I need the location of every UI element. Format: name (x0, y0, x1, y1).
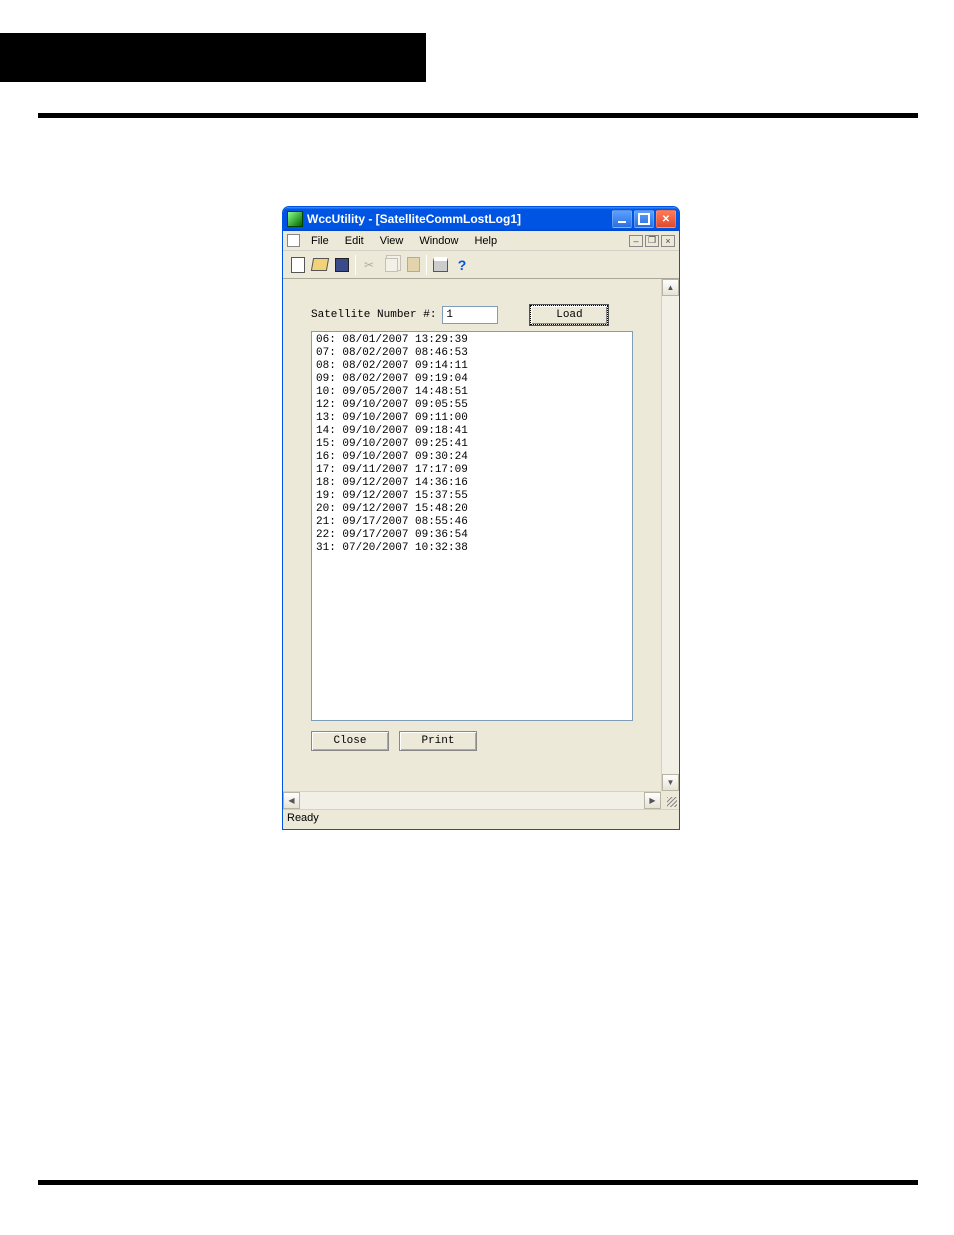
close-window-button[interactable] (656, 210, 676, 228)
page-rule-bottom (38, 1180, 918, 1185)
titlebar-buttons (612, 210, 676, 228)
save-file-icon[interactable] (331, 254, 353, 276)
scroll-up-button[interactable] (662, 279, 679, 296)
log-listbox[interactable]: 06: 08/01/2007 13:29:39 07: 08/02/2007 0… (311, 331, 633, 721)
mdi-close-button[interactable]: × (661, 235, 675, 247)
scroll-right-button[interactable] (644, 792, 661, 809)
titlebar[interactable]: WccUtility - [SatelliteCommLostLog1] (283, 207, 679, 231)
vertical-scrollbar[interactable] (661, 279, 679, 791)
satellite-number-label: Satellite Number #: (311, 309, 436, 321)
app-window: WccUtility - [SatelliteCommLostLog1] Fil… (282, 206, 680, 830)
window-title: WccUtility - [SatelliteCommLostLog1] (307, 212, 612, 226)
satellite-number-input[interactable] (442, 306, 498, 324)
page-rule-top (38, 113, 918, 118)
close-button-label: Close (333, 735, 366, 747)
toolbar-separator (426, 255, 427, 275)
menu-window[interactable]: Window (411, 233, 466, 249)
menu-help[interactable]: Help (466, 233, 505, 249)
print-icon[interactable] (429, 254, 451, 276)
page-header-bar (0, 33, 426, 82)
print-button-label: Print (421, 735, 454, 747)
menu-edit[interactable]: Edit (337, 233, 372, 249)
help-icon[interactable] (451, 254, 473, 276)
new-file-icon[interactable] (287, 254, 309, 276)
scroll-track[interactable] (662, 296, 679, 774)
horizontal-scrollbar[interactable] (283, 791, 661, 809)
resize-grip[interactable] (661, 791, 679, 809)
scroll-down-button[interactable] (662, 774, 679, 791)
minimize-button[interactable] (612, 210, 632, 228)
mdi-restore-button[interactable]: ❐ (645, 235, 659, 247)
client-area: Satellite Number #: Load 06: 08/01/2007 … (283, 279, 679, 809)
copy-icon (380, 254, 402, 276)
open-file-icon[interactable] (309, 254, 331, 276)
close-button[interactable]: Close (311, 731, 389, 751)
cut-icon (358, 254, 380, 276)
mdi-controls: – ❐ × (629, 235, 679, 247)
document-icon[interactable] (287, 234, 300, 247)
paste-icon (402, 254, 424, 276)
app-icon (287, 211, 303, 227)
toolbar-separator (355, 255, 356, 275)
maximize-button[interactable] (634, 210, 654, 228)
toolbar (283, 251, 679, 279)
scroll-track[interactable] (300, 792, 644, 809)
statusbar: Ready (283, 809, 679, 829)
menu-file[interactable]: File (303, 233, 337, 249)
load-button-label: Load (556, 309, 582, 321)
menubar: File Edit View Window Help – ❐ × (283, 231, 679, 251)
load-button[interactable]: Load (530, 305, 608, 325)
bottom-buttons: Close Print (311, 731, 643, 751)
mdi-minimize-button[interactable]: – (629, 235, 643, 247)
form-area: Satellite Number #: Load 06: 08/01/2007 … (283, 279, 661, 791)
status-text: Ready (287, 812, 319, 824)
satellite-row: Satellite Number #: Load (311, 305, 643, 325)
scroll-left-button[interactable] (283, 792, 300, 809)
print-button[interactable]: Print (399, 731, 477, 751)
menu-view[interactable]: View (372, 233, 412, 249)
